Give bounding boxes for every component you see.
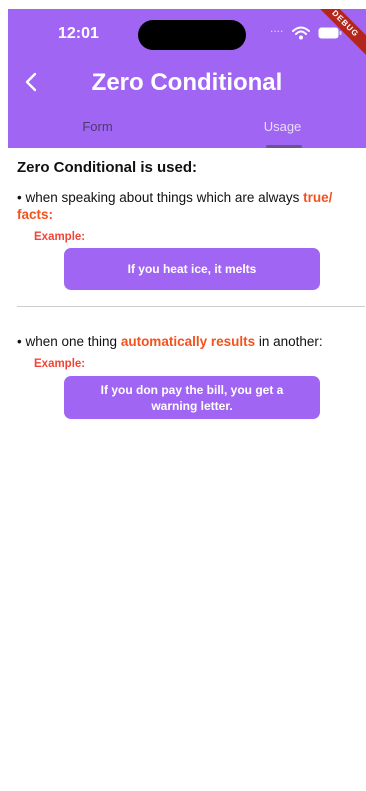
- signal-icon: ....: [270, 21, 284, 35]
- divider: [17, 306, 365, 307]
- battery-icon: [318, 27, 342, 39]
- usage-highlight: automatically results: [120, 334, 256, 349]
- example-label: Example:: [34, 358, 86, 370]
- usage-text-end: in another:: [255, 334, 323, 349]
- example-label: Example:: [34, 231, 86, 243]
- app-screen: 12:01 .... DEBUG Zero Conditional Form U…: [8, 9, 366, 791]
- usage-item: • when speaking about things which are a…: [17, 189, 362, 223]
- example-box: If you don pay the bill, you get a warni…: [64, 376, 320, 419]
- wifi-icon: [292, 26, 310, 40]
- page-title: Zero Conditional: [91, 69, 283, 96]
- section-heading: Zero Conditional is used:: [17, 159, 198, 176]
- usage-item: • when one thing automatically results i…: [17, 333, 362, 350]
- tab-usage[interactable]: Usage: [193, 119, 366, 134]
- usage-text: when speaking about things which are alw…: [21, 190, 304, 205]
- status-time: 12:01: [58, 25, 99, 42]
- app-header: 12:01 .... DEBUG Zero Conditional Form U…: [8, 9, 366, 148]
- usage-text: when one thing: [21, 334, 121, 349]
- tab-form[interactable]: Form: [8, 119, 187, 134]
- example-box: If you heat ice, it melts: [64, 248, 320, 290]
- tab-indicator: [266, 145, 302, 148]
- dynamic-island: [138, 20, 246, 50]
